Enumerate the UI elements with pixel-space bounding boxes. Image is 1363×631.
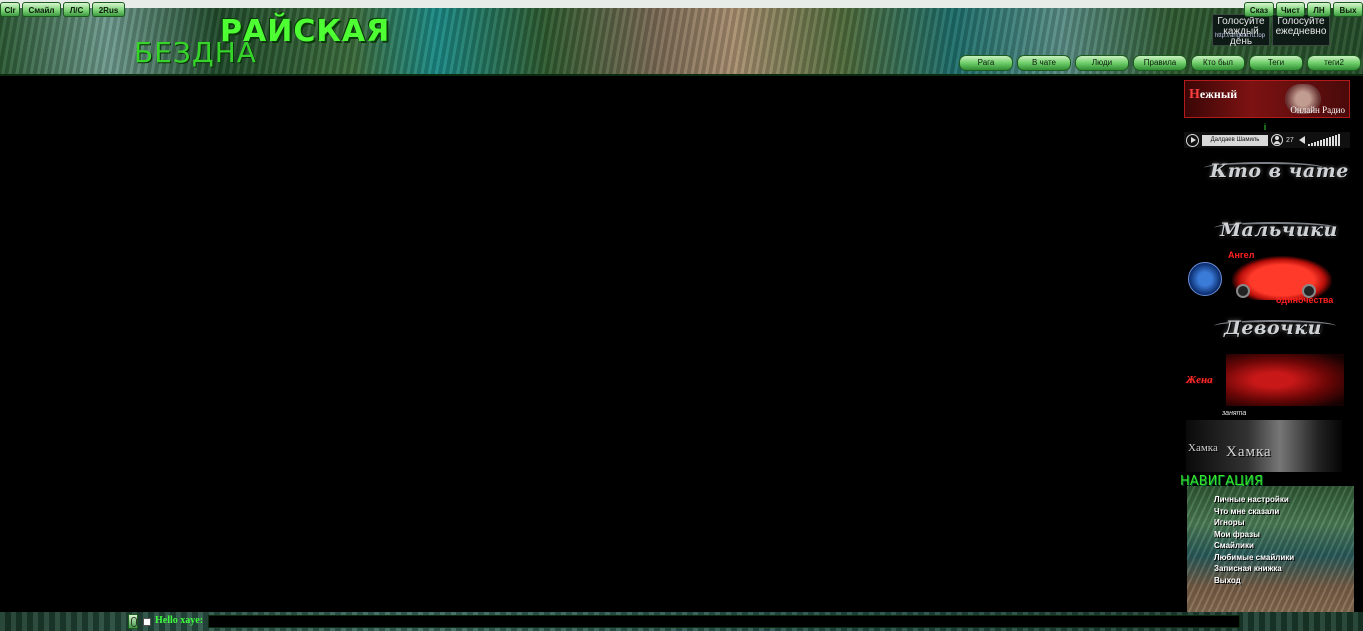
nav-what-said-to-me[interactable]: Что мне сказали [1214,506,1294,518]
radio-indicator: i [1264,122,1266,132]
private-checkbox[interactable] [143,618,151,626]
nav-notebook[interactable]: Записная книжка [1214,563,1294,575]
boys-title: Мальчики [1220,219,1338,241]
clear-button[interactable]: Clr [0,2,20,17]
tab-tags2[interactable]: теги2 [1307,55,1361,71]
nav-exit[interactable]: Выход [1214,575,1294,587]
track-title: Далдаев Шамиль [1202,134,1268,146]
tab-people[interactable]: Люди [1075,55,1129,71]
listeners-icon [1271,134,1283,146]
radio-subtitle: Онлайн Радио [1290,105,1345,115]
radio-title: Нежный [1189,87,1238,102]
attachment-icon[interactable] [128,614,138,629]
nav-my-phrases[interactable]: Мои фразы [1214,529,1294,541]
vote-banner-left[interactable]: Голосуйте каждый день [1212,14,1270,47]
user-badge-icon[interactable] [1188,262,1222,296]
nav-smileys[interactable]: Смайлики [1214,540,1294,552]
clean-button[interactable]: Чист [1276,2,1305,17]
listeners-count: 27 [1286,136,1294,144]
navigation-list: Личные настройки Что мне сказали Игноры … [1214,494,1294,586]
navigation-panel: Личные настройки Что мне сказали Игноры … [1187,486,1354,612]
tab-rules[interactable]: Правила [1133,55,1187,71]
girl-status: занята [1222,410,1247,417]
girl-nickname[interactable]: Жена [1186,374,1213,386]
tab-raga[interactable]: Рага [959,55,1013,71]
girl-avatar-banner[interactable] [1226,354,1344,406]
boy-status: одиночества [1276,295,1334,305]
translit-button[interactable]: 2Rus [92,2,125,17]
tab-tags[interactable]: Теги [1249,55,1303,71]
volume-icon[interactable] [1298,136,1305,144]
girls-title: Девочки [1224,317,1322,339]
tab-who-was[interactable]: Кто был [1191,55,1245,71]
tab-in-chat[interactable]: В чате [1017,55,1071,71]
header-banner: РАЙСКАЯ БЕЗДНА Голосуйте каждый день Гол… [0,0,1363,76]
chat-messages-area [0,76,1180,612]
nav-ignores[interactable]: Игноры [1214,517,1294,529]
radio-player: Далдаев Шамиль 27 [1184,132,1350,148]
hamka-nickname[interactable]: Хамка [1226,444,1272,461]
message-input[interactable] [208,615,1240,628]
right-sidebar: Нежный Онлайн Радио i Далдаев Шамиль 27 … [1180,76,1363,612]
who-in-chat-title: Кто в чате [1210,160,1349,182]
play-icon[interactable] [1186,133,1199,147]
exit-button[interactable]: Вых [1333,2,1363,17]
say-button[interactable]: Сказ [1244,2,1274,17]
nav-favorite-smileys[interactable]: Любимые смайлики [1214,552,1294,564]
nav-personal-settings[interactable]: Личные настройки [1214,494,1294,506]
logo-subtitle: БЕЗДНА [134,36,257,69]
ln-button[interactable]: ЛН [1307,2,1331,17]
volume-slider[interactable] [1307,134,1340,146]
header-tabs: Рага В чате Люди Правила Кто был Теги те… [959,55,1361,71]
window-top-strip [0,0,1363,8]
smiley-button[interactable]: Смайл [22,2,61,17]
vote-banner-right[interactable]: Голосуйте ежедневно [1272,14,1330,46]
radio-banner[interactable]: Нежный Онлайн Радио [1184,80,1350,118]
private-message-button[interactable]: Л/С [63,2,90,17]
hamka-nickname-small: Хамка [1188,442,1218,454]
greeting-label: Hello xaye: [155,615,204,626]
car-wheel-front [1236,284,1250,298]
vote-url: http://angeal.ru.top [1214,33,1266,39]
